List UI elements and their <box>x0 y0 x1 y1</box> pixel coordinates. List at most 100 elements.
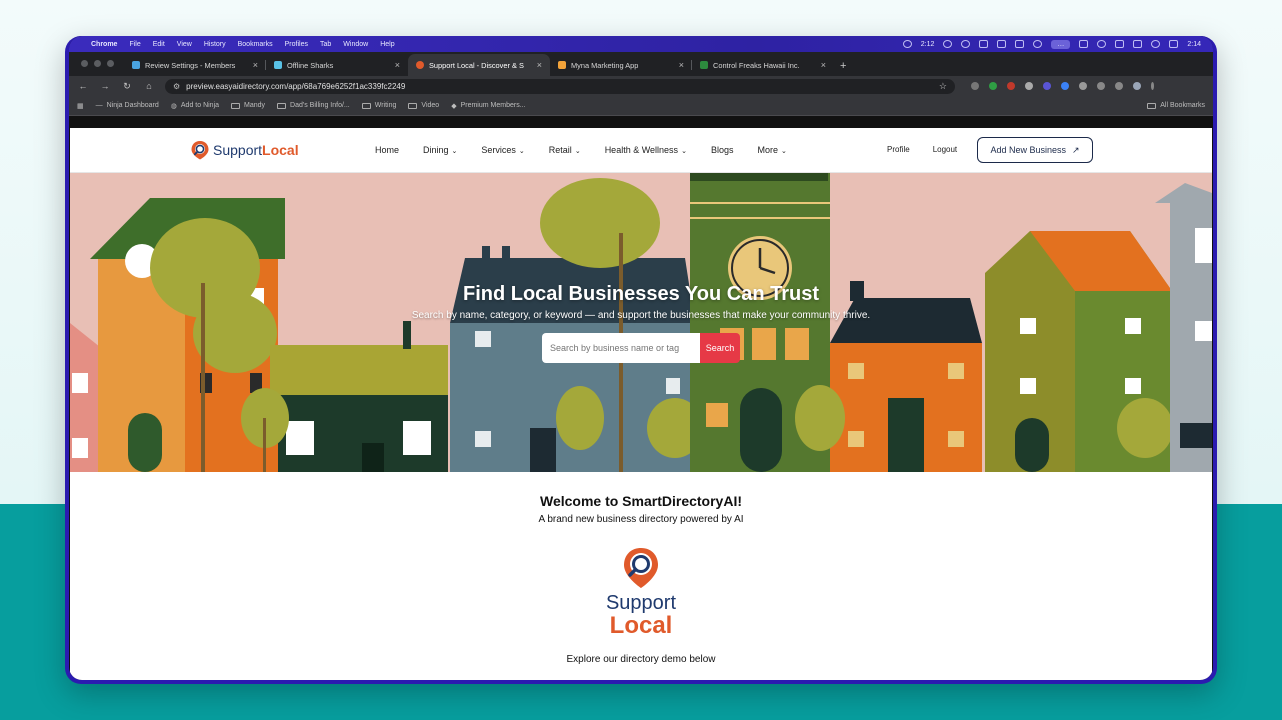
status-icon[interactable] <box>1015 40 1025 48</box>
status-icon[interactable] <box>979 40 989 48</box>
site-settings-icon[interactable]: ⚙ <box>173 82 180 91</box>
magnifier-pin-icon <box>624 548 658 588</box>
menubar-item-help[interactable]: Help <box>380 41 394 48</box>
extension-icon[interactable] <box>971 82 979 90</box>
status-icon[interactable] <box>902 40 912 48</box>
back-icon[interactable]: ← <box>77 81 89 91</box>
close-icon[interactable]: × <box>537 60 542 70</box>
bookmark-label: Dad's Billing Info/... <box>290 102 350 109</box>
bookmark-add-to-ninja[interactable]: ◍ Add to Ninja <box>171 102 219 110</box>
extension-icon[interactable] <box>1007 82 1015 90</box>
profile-link[interactable]: Profile <box>887 145 910 154</box>
status-pill[interactable]: … <box>1051 39 1071 49</box>
apps-grid-icon[interactable]: ▦ <box>77 102 84 110</box>
menubar-item-edit[interactable]: Edit <box>153 41 165 48</box>
browser-tab[interactable]: Control Freaks Hawaii Inc. × <box>692 54 834 76</box>
bookmark-folder-dads-billing[interactable]: Dad's Billing Info/... <box>277 102 350 109</box>
menubar-app-name[interactable]: Chrome <box>91 41 117 48</box>
forward-icon[interactable]: → <box>99 81 111 91</box>
hero-subtitle: Search by name, category, or keyword — a… <box>411 310 871 321</box>
status-icon[interactable] <box>1133 40 1143 48</box>
account-links: Profile Logout <box>887 145 957 154</box>
chrome-menu-icon[interactable] <box>1151 82 1154 90</box>
reading-list-icon[interactable] <box>1115 82 1123 90</box>
close-icon[interactable]: × <box>821 60 826 70</box>
extension-icon[interactable] <box>1043 82 1051 90</box>
status-icon[interactable] <box>997 40 1007 48</box>
tab-label: Support Local - Discover & S <box>429 60 524 70</box>
bookmark-folder-mandy[interactable]: Mandy <box>231 102 265 109</box>
profile-avatar-icon[interactable] <box>1133 82 1141 90</box>
extension-icon[interactable] <box>1061 82 1069 90</box>
all-bookmarks[interactable]: All Bookmarks <box>1147 102 1205 109</box>
bookmark-folder-video[interactable]: Video <box>408 102 439 109</box>
dropbox-icon[interactable] <box>1033 40 1043 48</box>
minimize-window-button[interactable] <box>94 60 101 67</box>
bookmark-label: Mandy <box>244 102 266 109</box>
battery-icon[interactable] <box>1169 40 1179 48</box>
status-timer[interactable]: 2:12 <box>921 41 935 48</box>
nav-blogs[interactable]: Blogs <box>711 145 734 155</box>
address-bar[interactable]: ⚙ preview.easyaidirectory.com/app/68a769… <box>165 78 955 94</box>
address-url[interactable]: preview.easyaidirectory.com/app/68a769e6… <box>186 82 933 91</box>
bookmark-ninja-dashboard[interactable]: — Ninja Dashboard <box>96 102 159 109</box>
menubar-item-tab[interactable]: Tab <box>320 41 331 48</box>
new-tab-icon[interactable]: + <box>834 60 852 76</box>
menubar-item-view[interactable]: View <box>177 41 192 48</box>
nav-dining[interactable]: Dining ⌄ <box>423 145 457 155</box>
zoom-window-button[interactable] <box>107 60 114 67</box>
site-logo[interactable]: SupportLocal <box>190 140 299 160</box>
eyedropper-icon[interactable] <box>1025 82 1033 90</box>
laptop-frame: Chrome File Edit View History Bookmarks … <box>65 36 1217 684</box>
close-window-button[interactable] <box>81 60 88 67</box>
close-icon[interactable]: × <box>679 60 684 70</box>
status-icon[interactable] <box>943 40 953 48</box>
browser-tab[interactable]: Myna Marketing App × <box>550 54 692 76</box>
home-icon[interactable]: ⌂ <box>143 81 155 91</box>
bookmark-star-icon[interactable]: ☆ <box>939 81 947 92</box>
menubar-item-history[interactable]: History <box>204 41 226 48</box>
business-search-input[interactable] <box>542 333 700 363</box>
menubar-item-bookmarks[interactable]: Bookmarks <box>238 41 273 48</box>
wifi-icon[interactable] <box>1151 40 1161 48</box>
nav-more[interactable]: More ⌄ <box>757 145 786 155</box>
nav-services[interactable]: Services ⌄ <box>481 145 524 155</box>
browser-tab-active[interactable]: Support Local - Discover & S × <box>408 54 550 76</box>
hero-banner: Find Local Businesses You Can Trust Sear… <box>70 173 1212 472</box>
tab-favicon-icon <box>132 61 140 69</box>
close-icon[interactable]: × <box>395 60 400 70</box>
status-icon[interactable] <box>1115 40 1125 48</box>
town-illustration <box>70 173 1212 472</box>
close-icon[interactable]: × <box>253 60 258 70</box>
bookmark-premium-members[interactable]: ◆ Premium Members... <box>451 102 525 110</box>
browser-tab[interactable]: Offline Sharks × <box>266 54 408 76</box>
extensions-puzzle-icon[interactable] <box>1079 82 1087 90</box>
status-icon[interactable] <box>1079 40 1089 48</box>
window-controls <box>69 60 124 76</box>
status-icon[interactable] <box>961 40 971 48</box>
support-local-logo: Support Local <box>590 546 692 646</box>
folder-icon <box>408 102 418 109</box>
bookmark-label: Premium Members... <box>460 102 526 109</box>
search-button[interactable]: Search <box>700 333 740 363</box>
search-icon[interactable] <box>1097 40 1107 48</box>
nav-retail[interactable]: Retail ⌄ <box>549 145 581 155</box>
menubar-clock[interactable]: 2:14 <box>1187 41 1201 48</box>
tab-label: Myna Marketing App <box>571 60 639 70</box>
extension-icon[interactable] <box>989 82 997 90</box>
main-nav: Home Dining ⌄ Services ⌄ Retail ⌄ Health & … <box>375 145 787 155</box>
menubar-item-window[interactable]: Window <box>343 41 368 48</box>
nav-home[interactable]: Home <box>375 145 399 155</box>
tab-favicon-icon <box>700 61 708 69</box>
menubar-item-profiles[interactable]: Profiles <box>285 41 308 48</box>
browser-tab[interactable]: Review Settings - Members × <box>124 54 266 76</box>
explore-text: Explore our directory demo below <box>566 654 716 665</box>
reload-icon[interactable]: ↻ <box>121 81 133 92</box>
bookmark-folder-writing[interactable]: Writing <box>361 102 396 109</box>
logout-link[interactable]: Logout <box>933 145 957 154</box>
side-panel-icon[interactable] <box>1097 82 1105 90</box>
menubar-item-file[interactable]: File <box>129 41 140 48</box>
nav-health-wellness[interactable]: Health & Wellness ⌄ <box>605 145 687 155</box>
tab-label: Control Freaks Hawaii Inc. <box>713 60 800 70</box>
add-new-business-button[interactable]: Add New Business ↗ <box>977 137 1093 163</box>
